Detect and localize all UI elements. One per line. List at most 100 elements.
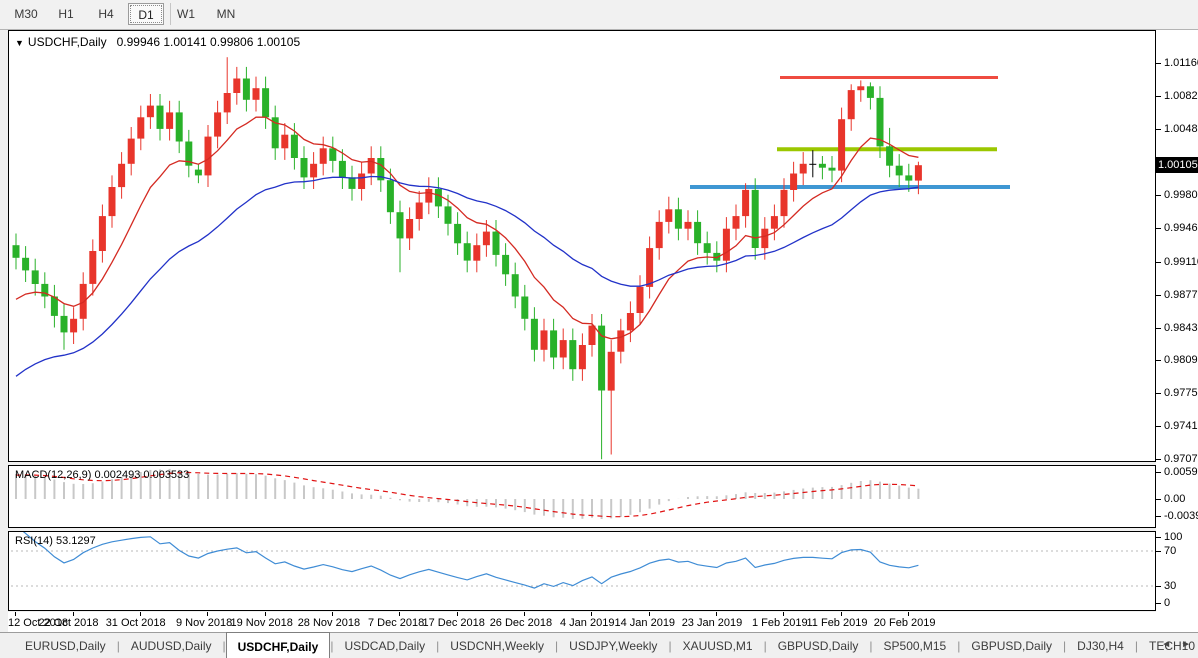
chart-tabs-bar: EURUSD,Daily | AUDUSD,Daily | USDCHF,Daily | U… [0, 632, 1198, 658]
date-tick [15, 612, 16, 616]
price-axis-label: 0.97750 [1164, 387, 1198, 400]
price-axis-label: 0.99800 [1164, 188, 1198, 201]
macd-panel[interactable]: MACD(12,26,9) 0.002493 0.003533 [8, 465, 1156, 528]
price-tick [1156, 261, 1161, 263]
chart-tab-sp500-m15[interactable]: SP500,M15 [873, 633, 958, 658]
date-tick [264, 612, 266, 616]
price-axis-label: 0.99460 [1164, 221, 1198, 234]
price-axis-label: 1.00480 [1164, 122, 1198, 135]
chart-tab-usdcad-daily[interactable]: USDCAD,Daily [333, 633, 436, 658]
rsi-axis-label: 100 [1164, 531, 1183, 543]
price-axis-label: 0.97410 [1164, 420, 1198, 433]
chart-tab-eurusd-daily[interactable]: EURUSD,Daily [14, 633, 117, 658]
rsi-panel[interactable]: RSI(14) 53.1297 [8, 531, 1156, 611]
chart-title: ▼ USDCHF,Daily 0.99946 1.00141 0.99806 1.0… [15, 35, 300, 49]
rsi-tick [1156, 603, 1161, 604]
scroll-tabs-right-icon[interactable]: ► [1176, 633, 1196, 656]
rsi-axis-label: 0 [1164, 597, 1171, 609]
current-price-tag: 1.00105 [1156, 157, 1198, 174]
candlestick-plot[interactable] [9, 31, 1155, 461]
date-axis-label: 20 Feb 2019 [873, 617, 936, 629]
timeframe-button-w1[interactable]: W1 [168, 3, 204, 25]
price-tick [1156, 128, 1161, 130]
timeframe-button-d1[interactable]: D1 [128, 3, 164, 25]
date-tick [399, 612, 400, 616]
date-tick [648, 612, 650, 616]
date-axis-label: 7 Dec 2018 [368, 617, 425, 629]
chart-tab-usdchf-daily[interactable]: USDCHF,Daily [225, 632, 331, 658]
chart-tab-audusd-daily[interactable]: AUDUSD,Daily [120, 633, 223, 658]
date-axis-label: 11 Feb 2019 [806, 617, 868, 629]
main-chart-panel[interactable]: ▼ USDCHF,Daily 0.99946 1.00141 0.99806 1.0… [8, 30, 1156, 462]
macd-axis-label: 0.00 [1164, 493, 1186, 505]
date-tick [139, 612, 141, 616]
rsi-tick [1156, 586, 1161, 587]
rsi-axis-label: 30 [1164, 580, 1177, 592]
chart-tab-gbpusd-daily[interactable]: GBPUSD,Daily [960, 633, 1063, 658]
date-tick [207, 612, 208, 616]
macd-tick [1156, 472, 1161, 473]
price-tick [1156, 194, 1161, 196]
date-axis-label: 4 Jan 2019 [560, 617, 615, 629]
date-axis-label: 19 Nov 2018 [230, 617, 293, 629]
date-axis-label: 14 Jan 2019 [614, 617, 676, 629]
chart-tab-dj30-h4[interactable]: DJ30,H4 [1066, 633, 1135, 658]
price-tick [1156, 95, 1161, 97]
price-axis-label: 0.98770 [1164, 288, 1198, 301]
price-tick [1156, 360, 1161, 362]
macd-axis-label: 0.005925 [1164, 466, 1198, 478]
price-axis-label: 0.98090 [1164, 354, 1198, 367]
rsi-label: RSI(14) 53.1297 [15, 535, 96, 547]
toolbar-separator [170, 3, 171, 25]
date-axis-label: 23 Jan 2019 [681, 617, 743, 629]
date-tick [591, 612, 592, 616]
chart-tab-gbpusd-daily[interactable]: GBPUSD,Daily [767, 633, 870, 658]
rsi-tick [1156, 551, 1161, 552]
timeframe-toolbar: M30 H1 H4 D1 W1 MN [0, 0, 1198, 30]
chart-tab-usdcnh-weekly[interactable]: USDCNH,Weekly [439, 633, 555, 658]
macd-tick [1156, 499, 1161, 500]
date-tick [715, 612, 717, 616]
rsi-tick [1156, 537, 1161, 538]
tab-scroll-buttons: ◄ ► [1156, 633, 1196, 656]
rsi-plot [11, 532, 1153, 589]
macd-label: MACD(12,26,9) 0.002493 0.003533 [15, 469, 190, 481]
rsi-axis-label: 70 [1164, 545, 1177, 557]
date-tick [523, 612, 525, 616]
date-tick [907, 612, 909, 616]
chart-tab-xauusd-m1[interactable]: XAUUSD,M1 [672, 633, 764, 658]
date-axis-label: 1 Feb 2019 [752, 617, 808, 629]
date-axis-label: 31 Oct 2018 [105, 617, 166, 629]
price-axis[interactable]: 1.00105 1.011601.008201.004801.001400.99… [1156, 30, 1198, 612]
price-tick [1156, 63, 1161, 64]
date-axis-label: 28 Nov 2018 [297, 617, 361, 629]
price-axis-label: 0.97070 [1164, 453, 1198, 466]
price-tick [1156, 459, 1161, 461]
date-axis-label: 26 Dec 2018 [489, 617, 553, 629]
price-tick [1156, 327, 1161, 329]
price-tick [1156, 227, 1161, 229]
timeframe-button-h4[interactable]: H4 [88, 3, 124, 25]
date-axis-label: 17 Dec 2018 [422, 617, 485, 629]
chart-ohlc-values: 0.99946 1.00141 0.99806 1.00105 [116, 35, 301, 49]
date-tick [783, 612, 784, 616]
chart-tab-usdjpy-weekly[interactable]: USDJPY,Weekly [558, 633, 668, 658]
timeframe-button-h1[interactable]: H1 [48, 3, 84, 25]
scroll-tabs-left-icon[interactable]: ◄ [1156, 633, 1176, 656]
rsi-line [22, 532, 919, 589]
price-axis-label: 1.01160 [1164, 57, 1198, 69]
macd-axis-label: -0.003951 [1164, 510, 1198, 522]
timeframe-button-mn[interactable]: MN [208, 3, 244, 25]
date-axis-label: 22 Oct 2018 [38, 617, 99, 629]
price-tick [1156, 426, 1161, 428]
price-axis-label: 1.00820 [1164, 89, 1198, 102]
mt4-chart-window: M30 H1 H4 D1 W1 MN ▼ USDCHF,Daily 0.99946 1.001… [0, 0, 1198, 658]
price-tick [1156, 294, 1161, 296]
macd-tick [1156, 516, 1161, 517]
date-axis[interactable]: 12 Oct 2018 22 Oct 2018 31 Oct 2018 9 Nov 2… [8, 612, 1198, 632]
candles [12, 57, 922, 460]
timeframe-button-m30[interactable]: M30 [8, 3, 44, 25]
date-tick [840, 612, 842, 616]
symbol-dropdown-icon[interactable]: ▼ [15, 38, 24, 48]
date-axis-label: 9 Nov 2018 [176, 617, 233, 629]
